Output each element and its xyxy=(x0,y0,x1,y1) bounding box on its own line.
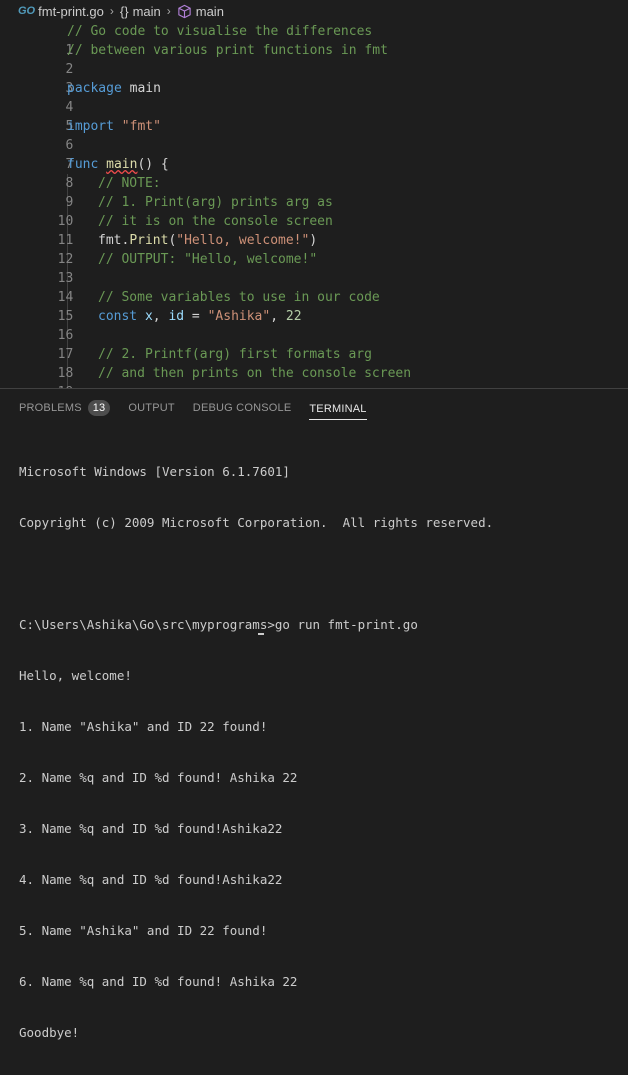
comment: // OUTPUT: "Hello, welcome!" xyxy=(98,252,318,267)
chevron-right-icon: › xyxy=(166,4,171,18)
code-line: 18 // 2. Printf(arg) first formats arg xyxy=(0,345,628,381)
tab-debug-console[interactable]: DEBUG CONSOLE xyxy=(193,389,292,427)
code-line: 2 // between various print functions in … xyxy=(0,41,628,77)
punctuation: () { xyxy=(137,157,169,172)
code-line: 10 // 1. Print(arg) prints arg as xyxy=(0,193,628,229)
code-line: 14 xyxy=(0,269,628,305)
comment: // and then prints on the console screen xyxy=(98,366,412,381)
code-editor[interactable]: 1 // Go code to visualise the difference… xyxy=(0,22,628,388)
variable: id xyxy=(160,309,185,324)
code-line: 9 // NOTE: xyxy=(0,174,628,210)
comment: // it is on the console screen xyxy=(98,214,333,229)
tab-terminal[interactable]: TERMINAL xyxy=(309,399,367,420)
tab-label: PROBLEMS xyxy=(19,402,82,414)
code-line: 11 // it is on the console screen xyxy=(0,212,628,248)
punctuation: , xyxy=(270,309,286,324)
code-line: 5 xyxy=(0,98,628,134)
code-line: 13 // OUTPUT: "Hello, welcome!" xyxy=(0,250,628,286)
comment: // 1. Print(arg) prints arg as xyxy=(98,195,333,210)
breadcrumb: GO fmt-print.go › {} main › main xyxy=(0,0,628,22)
tab-label: DEBUG CONSOLE xyxy=(192,402,292,414)
code-line: 4 package main xyxy=(0,79,628,115)
tab-problems[interactable]: PROBLEMS 13 xyxy=(19,389,111,427)
terminal-cursor xyxy=(258,633,264,635)
go-file-icon: GO xyxy=(18,5,36,17)
terminal-line: 4. Name %q and ID %d found!Ashika22 xyxy=(19,872,283,887)
terminal-line: ​ xyxy=(19,565,493,582)
code-line: 16 const x, id = "Ashika", 22 xyxy=(0,307,628,343)
code-line: 3 xyxy=(0,60,628,96)
problems-count-badge: 13 xyxy=(87,400,111,416)
code-line: 6 import "fmt" xyxy=(0,117,628,153)
punctuation: , xyxy=(152,309,161,324)
keyword: func xyxy=(67,157,99,172)
terminal-line: 6. Name %q and ID %d found! Ashika 22 xyxy=(19,974,298,989)
code-line: 12 fmt.Print("Hello, welcome!") xyxy=(0,231,628,267)
braces-icon: {} xyxy=(119,3,129,19)
keyword: import xyxy=(67,119,114,134)
comment: // Some variables to use in our code xyxy=(98,290,380,305)
terminal-line: 1. Name "Ashika" and ID 22 found! xyxy=(19,719,268,734)
operator: = xyxy=(184,309,208,324)
keyword: package xyxy=(67,81,122,96)
tab-label: OUTPUT xyxy=(128,402,175,414)
number-literal: 22 xyxy=(285,309,302,324)
comment: // NOTE: xyxy=(98,176,161,191)
panel-tabs: PROBLEMS 13 OUTPUT DEBUG CONSOLE TERMINA… xyxy=(0,389,628,427)
terminal-output[interactable]: Microsoft Windows [Version 6.1.7601] Cop… xyxy=(19,429,493,1075)
string-literal: "fmt" xyxy=(113,119,161,134)
string-literal: "Hello, welcome!" xyxy=(176,233,310,248)
code-line: 8 func main() { xyxy=(0,155,628,191)
terminal-line: 2. Name %q and ID %d found! Ashika 22 xyxy=(19,770,298,785)
code-line: 19 // and then prints on the console scr… xyxy=(0,364,628,388)
terminal-line: Copyright (c) 2009 Microsoft Corporation… xyxy=(19,515,494,530)
chevron-right-icon: › xyxy=(109,4,114,18)
terminal-line: Goodbye! xyxy=(19,1025,80,1040)
breadcrumb-package[interactable]: main xyxy=(133,4,161,19)
code-line: 17 xyxy=(0,326,628,362)
function-call: Print xyxy=(129,233,169,248)
breadcrumb-file[interactable]: fmt-print.go xyxy=(38,4,104,19)
tab-output[interactable]: OUTPUT xyxy=(128,389,174,427)
bottom-panel: PROBLEMS 13 OUTPUT DEBUG CONSOLE TERMINA… xyxy=(0,388,628,1040)
comment: // between various print functions in fm… xyxy=(67,43,388,58)
package-name: main xyxy=(121,81,161,96)
terminal-line: 5. Name "Ashika" and ID 22 found! xyxy=(19,923,268,938)
terminal-line: Hello, welcome! xyxy=(19,668,132,683)
comment: // 2. Printf(arg) first formats arg xyxy=(98,347,372,362)
tab-label: TERMINAL xyxy=(309,402,367,415)
terminal-line: C:\Users\Ashika\Go\src\myprograms>go run… xyxy=(19,617,418,632)
terminal-line: 3. Name %q and ID %d found!Ashika22 xyxy=(19,821,283,836)
package-ref: fmt xyxy=(98,233,122,248)
code-line: 15 // Some variables to use in our code xyxy=(0,288,628,324)
variable: x xyxy=(137,309,153,324)
string-literal: "Ashika" xyxy=(207,309,271,324)
cube-icon xyxy=(178,4,191,18)
function-name: main xyxy=(106,157,138,172)
comment: // Go code to visualise the differences xyxy=(67,24,373,39)
punctuation: ) xyxy=(309,233,318,248)
terminal-line: Microsoft Windows [Version 6.1.7601] xyxy=(19,464,290,479)
keyword: const xyxy=(98,309,138,324)
code-line: 7 xyxy=(0,136,628,172)
breadcrumb-function[interactable]: main xyxy=(196,4,224,19)
code-line: 1 // Go code to visualise the difference… xyxy=(0,22,628,58)
